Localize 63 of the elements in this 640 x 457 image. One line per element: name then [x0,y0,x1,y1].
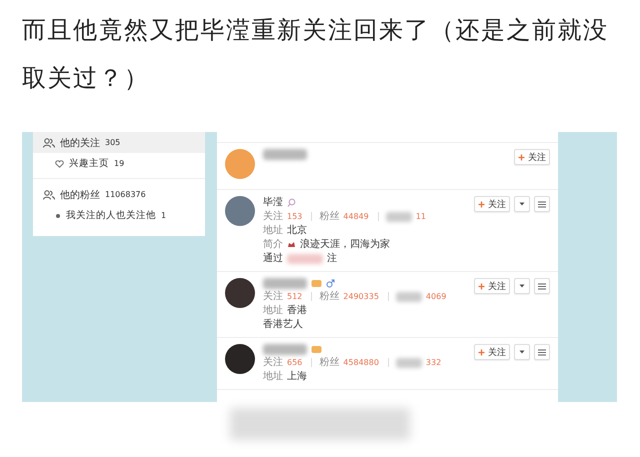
stat-label: 关注 [263,290,283,303]
stat-label: 关注 [263,210,283,223]
post-text: 而且他竟然又把毕滢重新关注回来了（还是之前就没取关过？） [21,15,610,94]
intro-label: 简介 [263,238,283,251]
blurred-label [386,212,412,222]
sidebar-item[interactable]: 他的粉丝 11068376 [33,184,205,205]
follow-button[interactable]: 关注 [474,344,510,360]
magnifier-icon [287,198,296,207]
male-icon [326,279,335,288]
dropdown-button[interactable] [514,278,530,294]
sidebar-count: 305 [105,138,120,147]
bullet-icon [55,212,61,218]
address-text: 香港 [287,304,307,317]
sidebar-item[interactable]: 兴趣主页 19 [33,153,205,174]
follow-button[interactable]: 关注 [474,196,510,212]
menu-icon [538,200,546,208]
stat-label: 粉丝 [319,210,340,223]
heart-icon [55,160,64,168]
menu-button[interactable] [534,344,550,360]
sidebar-label: 他的粉丝 [60,188,100,202]
people-icon [43,190,55,200]
blurred-text [287,254,323,264]
menu-icon [538,282,546,290]
menu-button[interactable] [534,196,550,212]
plus-icon [478,348,485,356]
stat-label: 关注 [263,356,283,369]
follow-button[interactable]: 关注 [514,149,550,165]
caret-icon [519,350,525,354]
sidebar-label: 他的关注 [60,136,100,150]
plus-icon [478,200,485,208]
address-text: 上海 [287,370,307,383]
badge-icon [311,345,322,354]
menu-button[interactable] [534,278,550,294]
badge-icon [311,279,322,288]
address-text: 北京 [287,224,307,237]
address-label: 地址 [263,304,283,317]
address-label: 地址 [263,224,283,237]
plus-icon [518,154,525,160]
sidebar-item[interactable]: 我关注的人也关注他 1 [33,205,205,226]
follow-button[interactable]: 关注 [474,278,510,294]
sidebar-count: 11068376 [105,190,146,199]
caret-icon [519,284,525,288]
stat-label: 粉丝 [319,356,340,369]
intro-text: 浪迹天涯，四海为家 [300,238,390,251]
blurred-label [396,292,422,302]
bio-text: 香港艺人 [263,318,304,331]
sidebar-label: 兴趣主页 [69,157,109,170]
plus-icon [478,282,485,290]
via-text: 通过 [263,252,283,265]
blurred-label [396,358,422,368]
menu-icon [538,348,546,356]
dropdown-button[interactable] [514,344,530,360]
address-label: 地址 [263,370,283,383]
sidebar-count: 1 [161,211,166,220]
sidebar-item[interactable]: 他的关注 305 [33,132,205,153]
stat-label: 粉丝 [319,290,340,303]
via-text: 注 [327,252,337,265]
sidebar-count: 19 [114,159,124,168]
sidebar-label: 我关注的人也关注他 [66,209,156,222]
user-name[interactable]: 毕滢 [263,196,283,209]
dropdown-button[interactable] [514,196,530,212]
people-icon [43,138,55,148]
caret-icon [519,202,525,206]
